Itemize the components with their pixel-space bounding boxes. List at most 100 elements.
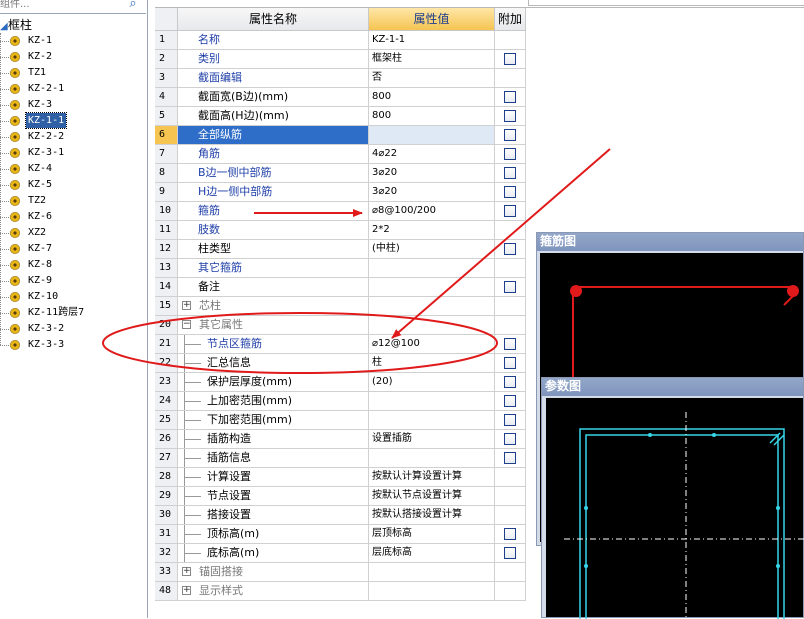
grid-row[interactable]: 11 肢数 2*2 <box>155 221 526 240</box>
stirrup-window-title[interactable]: 箍筋图 <box>537 233 803 251</box>
tree-item[interactable]: KZ-7 <box>0 241 147 257</box>
property-value-cell[interactable]: 按默认节点设置计算 <box>369 487 495 506</box>
property-name-cell[interactable]: + 芯柱 <box>178 297 369 316</box>
header-property-name[interactable]: 属性名称 <box>178 8 369 31</box>
property-value-cell[interactable]: 柱 <box>369 354 495 373</box>
property-value-cell[interactable]: 按默认搭接设置计算 <box>369 506 495 525</box>
property-name-cell[interactable]: B边一侧中部筋 <box>178 164 369 183</box>
grid-row[interactable]: 26 插筋构造 设置插筋 <box>155 430 526 449</box>
attach-checkbox[interactable] <box>504 129 516 141</box>
attach-checkbox[interactable] <box>504 243 516 255</box>
grid-row[interactable]: 5 截面高(H边)(mm) 800 <box>155 107 526 126</box>
grid-row[interactable]: 29 节点设置 按默认节点设置计算 <box>155 487 526 506</box>
search-input[interactable] <box>0 0 120 12</box>
property-value-cell[interactable]: 800 <box>369 107 495 126</box>
attach-checkbox[interactable] <box>504 186 516 198</box>
tree-item[interactable]: KZ-8 <box>0 257 147 273</box>
expand-icon[interactable]: + <box>182 567 191 576</box>
grid-row[interactable]: 10 箍筋 ⌀8@100/200 <box>155 202 526 221</box>
grid-row[interactable]: 7 角筋 4⌀22 <box>155 145 526 164</box>
grid-row[interactable]: 1 名称 KZ-1-1 <box>155 31 526 50</box>
tree-item[interactable]: KZ-10 <box>0 289 147 305</box>
property-name-cell[interactable]: 箍筋 <box>178 202 369 221</box>
property-value-cell[interactable]: 2*2 <box>369 221 495 240</box>
tree-item[interactable]: KZ-3-2 <box>0 321 147 337</box>
property-value-cell[interactable]: (20) <box>369 373 495 392</box>
property-name-cell[interactable]: 节点设置 <box>178 487 369 506</box>
property-name-cell[interactable]: 保护层厚度(mm) <box>178 373 369 392</box>
property-value-cell[interactable] <box>369 563 495 582</box>
property-name-cell[interactable]: 上加密范围(mm) <box>178 392 369 411</box>
grid-row[interactable]: 2 类别 框架柱 <box>155 50 526 69</box>
grid-group-row[interactable]: 20− 其它属性 <box>155 316 526 335</box>
property-value-cell[interactable] <box>369 259 495 278</box>
search-icon[interactable]: ⌕ <box>124 0 142 13</box>
tree-item[interactable]: TZ2 <box>0 193 147 209</box>
tree-item[interactable]: KZ-1-1 <box>0 112 147 129</box>
property-name-cell[interactable]: H边一侧中部筋 <box>178 183 369 202</box>
property-name-cell[interactable]: 肢数 <box>178 221 369 240</box>
property-value-cell[interactable]: 4⌀22 <box>369 145 495 164</box>
property-value-cell[interactable]: 框架柱 <box>369 50 495 69</box>
property-name-cell[interactable]: 插筋构造 <box>178 430 369 449</box>
grid-row[interactable]: 12 柱类型 (中柱) <box>155 240 526 259</box>
grid-row[interactable]: 30 搭接设置 按默认搭接设置计算 <box>155 506 526 525</box>
property-value-cell[interactable]: 3⌀20 <box>369 183 495 202</box>
header-property-value[interactable]: 属性值 <box>369 8 495 31</box>
tree-item[interactable]: KZ-11跨层7 <box>0 305 147 321</box>
expand-icon[interactable]: + <box>182 586 191 595</box>
grid-row[interactable]: 27 插筋信息 <box>155 449 526 468</box>
property-name-cell[interactable]: 计算设置 <box>178 468 369 487</box>
tree-item[interactable]: KZ-2 <box>0 49 147 65</box>
grid-row[interactable]: 9 H边一侧中部筋 3⌀20 <box>155 183 526 202</box>
property-name-cell[interactable]: 截面编辑 <box>178 69 369 88</box>
attach-checkbox[interactable] <box>504 528 516 540</box>
attach-checkbox[interactable] <box>504 414 516 426</box>
attach-checkbox[interactable] <box>504 281 516 293</box>
grid-row[interactable]: 28 计算设置 按默认计算设置计算 <box>155 468 526 487</box>
property-name-cell[interactable]: 插筋信息 <box>178 449 369 468</box>
grid-group-row[interactable]: 15 + 芯柱 <box>155 297 526 316</box>
attach-checkbox[interactable] <box>504 357 516 369</box>
property-name-cell[interactable]: 顶标高(m) <box>178 525 369 544</box>
property-name-cell[interactable]: 其它箍筋 <box>178 259 369 278</box>
property-name-cell[interactable]: 下加密范围(mm) <box>178 411 369 430</box>
property-value-cell[interactable] <box>369 449 495 468</box>
attach-checkbox[interactable] <box>504 452 516 464</box>
tree-item[interactable]: KZ-3-1 <box>0 145 147 161</box>
property-value-cell[interactable]: (中柱) <box>369 240 495 259</box>
attach-checkbox[interactable] <box>504 53 516 65</box>
grid-row[interactable]: 31 顶标高(m) 层顶标高 <box>155 525 526 544</box>
property-name-cell[interactable]: + 显示样式 <box>178 582 369 601</box>
grid-row[interactable]: 4 截面宽(B边)(mm) 800 <box>155 88 526 107</box>
property-value-cell[interactable]: 800 <box>369 88 495 107</box>
property-name-cell[interactable]: − 其它属性 <box>178 316 369 335</box>
tree-root[interactable]: ◢框柱 <box>0 17 32 33</box>
expand-icon[interactable]: + <box>182 301 191 310</box>
property-name-cell[interactable]: 角筋 <box>178 145 369 164</box>
attach-checkbox[interactable] <box>504 376 516 388</box>
property-value-cell[interactable]: 3⌀20 <box>369 164 495 183</box>
tree-item[interactable]: KZ-2-1 <box>0 81 147 97</box>
attach-checkbox[interactable] <box>504 205 516 217</box>
attach-checkbox[interactable] <box>504 338 516 350</box>
property-name-cell[interactable]: 备注 <box>178 278 369 297</box>
property-name-cell[interactable]: 搭接设置 <box>178 506 369 525</box>
grid-row[interactable]: 13 其它箍筋 <box>155 259 526 278</box>
property-value-cell[interactable] <box>369 297 495 316</box>
property-value-cell[interactable] <box>369 392 495 411</box>
tree-item[interactable]: XZ2 <box>0 225 147 241</box>
grid-row[interactable]: 14 备注 <box>155 278 526 297</box>
tree-item[interactable]: KZ-9 <box>0 273 147 289</box>
parameter-diagram-window[interactable]: 参数图 <box>541 377 804 619</box>
tree-item[interactable]: KZ-2-2 <box>0 129 147 145</box>
collapse-icon[interactable]: − <box>182 320 191 329</box>
property-name-cell[interactable]: + 锚固搭接 <box>178 563 369 582</box>
property-value-cell[interactable]: 否 <box>369 69 495 88</box>
tree-item[interactable]: KZ-6 <box>0 209 147 225</box>
property-name-cell[interactable]: 截面高(H边)(mm) <box>178 107 369 126</box>
grid-row[interactable]: 6 全部纵筋 <box>155 126 526 145</box>
grid-row[interactable]: 32 底标高(m) 层底标高 <box>155 544 526 563</box>
property-name-cell[interactable]: 底标高(m) <box>178 544 369 563</box>
property-value-cell[interactable] <box>369 582 495 601</box>
